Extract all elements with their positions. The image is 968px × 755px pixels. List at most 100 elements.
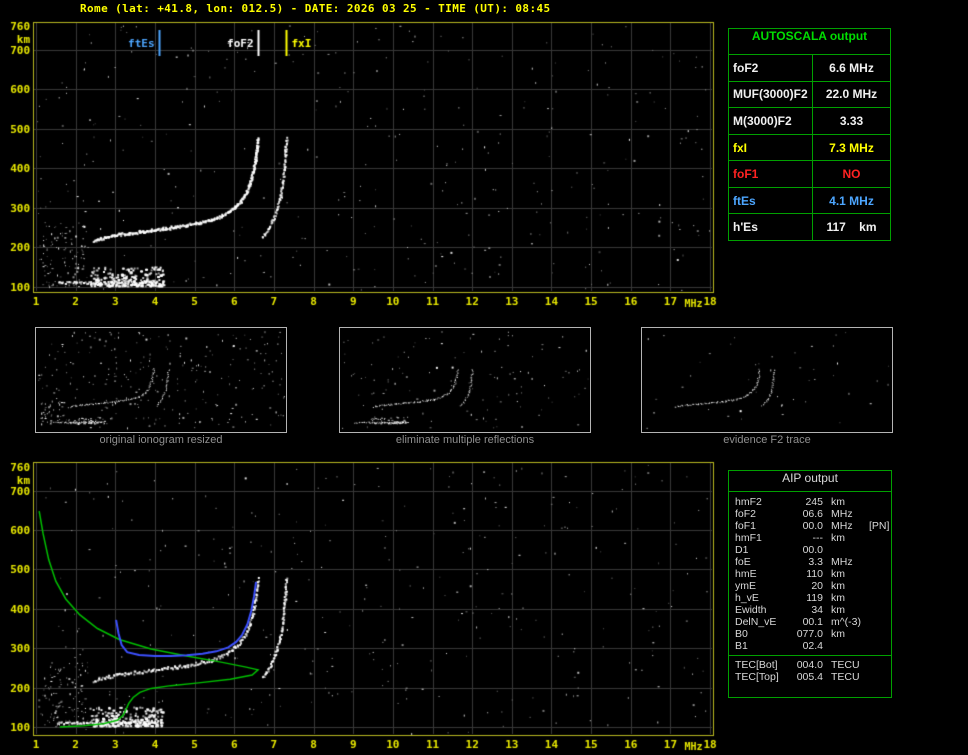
aip-table-row: foF1 00.0 MHz [PN] xyxy=(735,520,889,532)
aip-param-extra xyxy=(869,496,887,508)
autoscala-ionogram-canvas xyxy=(0,0,724,315)
autoscala-param-value: 7.3 MHz xyxy=(829,140,874,155)
aip-param-unit: MHz xyxy=(831,520,853,532)
aip-table-row: ymE 20 km xyxy=(735,580,887,592)
aip-param-unit: km xyxy=(831,628,845,640)
thumbnail-canvas-1 xyxy=(340,328,590,432)
aip-param-unit: km xyxy=(831,580,845,592)
autoscala-table-row: foF1 NO xyxy=(729,161,890,188)
aip-table-row: TEC[Bot] 004.0 TECU xyxy=(735,659,887,671)
aip-table-row: DelN_vE 00.1 m^(-3) xyxy=(735,616,887,628)
aip-param-label: B1 xyxy=(735,640,748,652)
aip-param-value: 077.0 xyxy=(796,628,823,640)
aip-param-unit xyxy=(823,544,869,556)
aip-table-row: Ewidth 34 km xyxy=(735,604,887,616)
aip-param-value: 00.0 xyxy=(802,544,823,556)
aip-param-value: 245 xyxy=(805,496,823,508)
autoscala-param-value: 6.6 MHz xyxy=(829,60,874,75)
autoscala-param-value: 3.33 xyxy=(839,113,864,128)
autoscala-param-value: 117 km xyxy=(826,220,877,235)
thumbnail-eliminate-reflections xyxy=(339,327,591,433)
station-title: Rome (lat: +41.8, lon: 012.5) - DATE: 20… xyxy=(80,2,551,15)
aip-param-label: DelN_vE xyxy=(735,616,777,628)
autoscala-param-label: foF1 xyxy=(729,161,813,187)
aip-param-value: 00.1 xyxy=(802,616,823,628)
autoscala-table-rows: foF2 6.6 MHz MUF(3000)F2 22.0 MHz M(3000)F2 3… xyxy=(729,55,890,241)
caption-evidence-f2-trace: evidence F2 trace xyxy=(723,434,811,446)
aip-param-unit: km xyxy=(831,604,845,616)
aip-param-unit: km xyxy=(831,592,845,604)
aip-param-value: 06.6 xyxy=(802,508,823,520)
aip-param-label: hmF2 xyxy=(735,496,762,508)
aip-param-extra xyxy=(869,544,887,556)
aip-param-label: h_vE xyxy=(735,592,759,604)
aip-param-unit: MHz xyxy=(831,508,853,520)
aip-param-extra xyxy=(869,580,887,592)
aip-param-label: B0 xyxy=(735,628,748,640)
aip-param-extra xyxy=(869,592,887,604)
aip-param-label: foF2 xyxy=(735,508,757,520)
aip-table-row: hmF1 --- km xyxy=(735,532,887,544)
thumbnail-canvas-0 xyxy=(36,328,286,432)
aip-param-value: 00.0 xyxy=(802,520,823,532)
aip-param-extra xyxy=(869,604,887,616)
autoscala-table-row: M(3000)F2 3.33 xyxy=(729,108,890,135)
caption-original-ionogram: original ionogram resized xyxy=(99,434,223,446)
aip-param-unit: m^(-3) xyxy=(831,616,862,628)
thumbnail-canvas-2 xyxy=(642,328,892,432)
aip-param-label: TEC[Top] xyxy=(735,671,779,683)
aip-param-unit: TECU xyxy=(831,659,860,671)
aip-param-extra xyxy=(869,556,887,568)
aip-param-label: Ewidth xyxy=(735,604,767,616)
aip-param-extra xyxy=(869,568,887,580)
autoscala-param-value: NO xyxy=(842,167,861,182)
aip-param-extra xyxy=(869,628,887,640)
autoscala-param-label: fxI xyxy=(729,134,813,161)
aip-output-table: AIP output hmF2 245 km foF2 06.6 MHz foF1 00.0 M… xyxy=(728,470,892,698)
autoscala-param-label: M(3000)F2 xyxy=(729,108,813,134)
autoscala-param-label: h'Es xyxy=(729,214,813,241)
thumbnail-original-ionogram xyxy=(35,327,287,433)
aip-param-value: 119 xyxy=(806,592,823,604)
aip-table-row: B0 077.0 km xyxy=(735,628,887,640)
aip-param-unit: MHz xyxy=(831,556,853,568)
aip-param-value: 3.3 xyxy=(808,556,823,568)
autoscala-param-value: 22.0 MHz xyxy=(825,87,878,102)
autoscala-table-row: h'Es 117 km xyxy=(729,214,890,241)
aip-param-label: hmF1 xyxy=(735,532,762,544)
aip-param-unit: km xyxy=(831,532,845,544)
aip-table-row: foE 3.3 MHz xyxy=(735,556,887,568)
aip-param-label: hmE xyxy=(735,568,757,580)
aip-param-value: 110 xyxy=(806,568,823,580)
aip-param-extra xyxy=(869,532,887,544)
autoscala-table-row: ftEs 4.1 MHz xyxy=(729,187,890,215)
aip-table-row: D1 00.0 xyxy=(735,544,887,556)
aip-param-unit xyxy=(823,640,869,652)
aip-param-label: ymE xyxy=(735,580,756,592)
autoscala-param-label: MUF(3000)F2 xyxy=(729,81,813,108)
aip-table-tec-rows: TEC[Bot] 004.0 TECU TEC[Top] 005.4 TECU xyxy=(729,655,891,683)
autoscala-param-label: ftEs xyxy=(729,187,813,214)
aip-table-row: TEC[Top] 005.4 TECU xyxy=(735,671,887,683)
aip-param-value: 02.4 xyxy=(802,640,823,652)
aip-param-value: 005.4 xyxy=(796,671,823,683)
autoscala-table-title: AUTOSCALA output xyxy=(729,29,890,55)
aip-param-value: 004.0 xyxy=(796,659,823,671)
aip-param-extra: [PN] xyxy=(869,520,890,532)
aip-param-unit: TECU xyxy=(831,671,860,683)
aip-table-row: h_vE 119 km xyxy=(735,592,887,604)
autoscala-param-label: foF2 xyxy=(729,55,813,81)
autoscala-param-value: 4.1 MHz xyxy=(829,193,874,208)
aip-table-title: AIP output xyxy=(729,471,891,492)
aip-param-label: TEC[Bot] xyxy=(735,659,778,671)
aip-table-row: hmE 110 km xyxy=(735,568,887,580)
autoscala-output-table: AUTOSCALA output foF2 6.6 MHz MUF(3000)F2 2… xyxy=(728,28,891,241)
aip-param-label: foF1 xyxy=(735,520,757,532)
autoscala-table-row: MUF(3000)F2 22.0 MHz xyxy=(729,81,890,109)
aip-param-unit: km xyxy=(831,496,845,508)
aip-param-unit: km xyxy=(831,568,845,580)
aip-table-row: foF2 06.6 MHz xyxy=(735,508,887,520)
aip-param-value: 20 xyxy=(811,580,823,592)
aip-param-extra xyxy=(869,640,887,652)
aip-param-value: 34 xyxy=(811,604,823,616)
